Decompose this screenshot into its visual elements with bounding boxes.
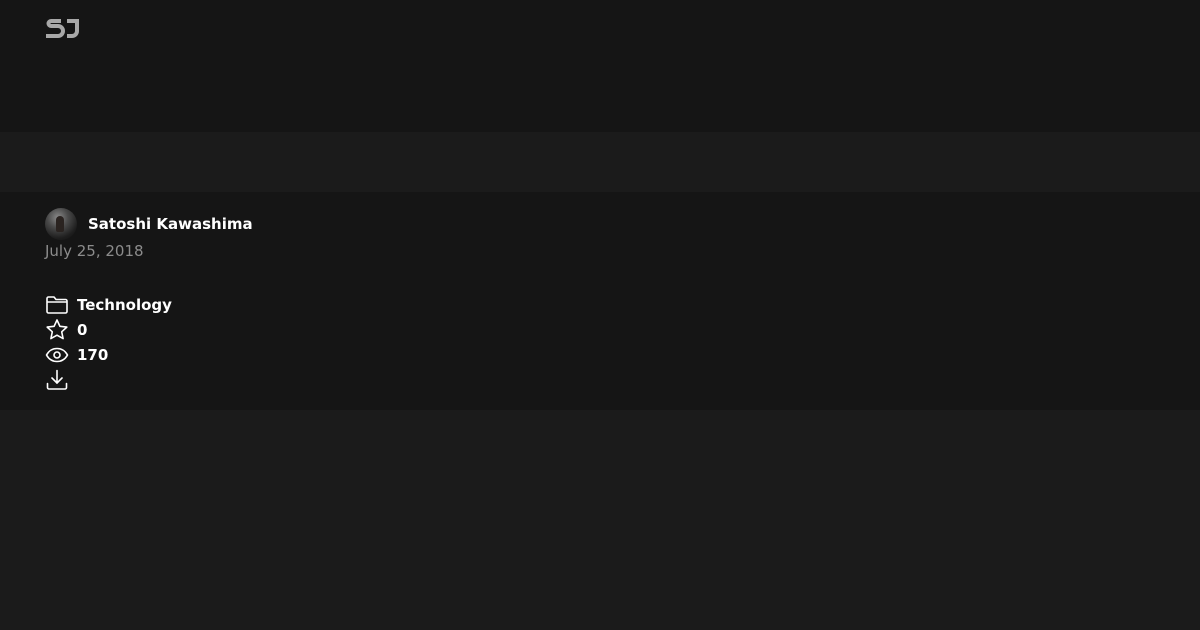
download-button[interactable]	[45, 368, 69, 392]
post-date: July 25, 2018	[45, 242, 144, 260]
category-label[interactable]: Technology	[77, 296, 172, 314]
post-meta: Satoshi Kawashima July 25, 2018 Technolo…	[0, 192, 1200, 410]
views-stat: 170	[45, 343, 108, 367]
category-link[interactable]: Technology	[45, 293, 172, 317]
author-link[interactable]: Satoshi Kawashima	[45, 208, 253, 240]
folder-icon	[46, 296, 68, 314]
sj-logo-icon[interactable]	[45, 17, 83, 40]
eye-icon	[45, 347, 69, 363]
site-header	[0, 0, 1200, 132]
star-count: 0	[77, 321, 88, 339]
star-icon	[46, 319, 68, 340]
view-count: 170	[77, 346, 109, 364]
banner-strip	[0, 132, 1200, 192]
avatar[interactable]	[45, 208, 77, 240]
download-icon	[46, 369, 68, 390]
star-button[interactable]: 0	[45, 318, 87, 342]
author-name[interactable]: Satoshi Kawashima	[88, 215, 253, 233]
